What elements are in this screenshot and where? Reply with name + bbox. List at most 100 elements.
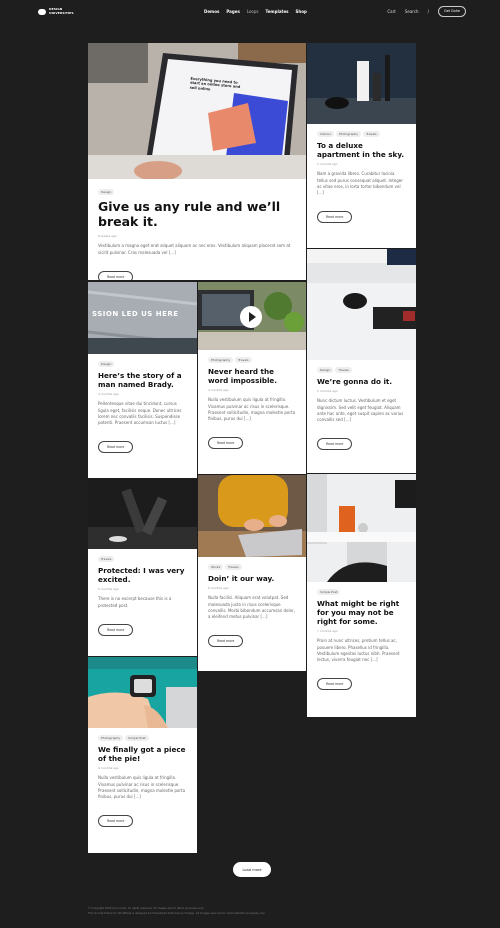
post-tags: Works Travels [208,564,296,571]
nav-templates[interactable]: Templates [266,9,289,14]
post-card[interactable]: Photography Simple Post We finally got a… [88,657,197,853]
post-tag[interactable]: Interior [317,131,334,138]
post-date: 5 months ago [98,587,119,592]
post-tags: Design [98,361,187,368]
post-tag[interactable]: Travels [235,357,252,364]
read-more-button[interactable]: Read more [317,211,353,224]
post-excerpt: There is no excerpt because this is a pr… [98,596,172,608]
load-more-button[interactable]: Load more [233,862,271,877]
nav-demos[interactable]: Demos [204,9,219,14]
laptop-illustration [88,43,306,179]
read-more-button[interactable]: Read more [317,678,353,691]
office-illustration [307,474,416,582]
post-title[interactable]: What might be right for you may not be r… [317,599,406,626]
post-excerpt: Proin at nunc ultrices, pretium tellus a… [317,638,400,662]
sign-illustration [88,282,197,354]
search-link[interactable]: Search [405,9,419,14]
post-tags: Photography Travels [208,357,296,364]
post-card[interactable]: Interior Photography Travels To a deluxe… [307,43,416,248]
play-icon[interactable] [240,306,262,328]
post-excerpt: Nunc dictum luctus. Vestibulum et eget d… [317,398,404,422]
post-title[interactable]: To a deluxe apartment in the sky. [317,141,406,159]
nav-loops[interactable]: Loops [247,9,259,14]
post-title[interactable]: We finally got a piece of the pie! [98,745,187,763]
post-image-laptop[interactable]: Everything you need to start an online s… [88,43,306,179]
nav-divider: / [427,8,429,14]
post-image-office[interactable] [307,474,416,582]
wine-bottles-illustration [307,43,416,124]
read-more-button[interactable]: Read more [208,635,244,648]
main-nav: Demos Pages Loops Templates Shop [204,9,307,14]
post-title[interactable]: Protected: I was very excited. [98,566,187,584]
post-title[interactable]: Never heard the word impossible. [208,367,296,385]
post-image-typing[interactable] [198,475,306,557]
post-image-video[interactable] [198,282,306,350]
post-title[interactable]: Doin’ it our way. [208,574,296,583]
post-date: 5 months ago [317,389,338,394]
post-tags: Interior Photography Travels [317,131,406,138]
post-excerpt: Nulla vestibulum quis ligula at fringill… [208,397,296,421]
post-date: 8 weeks ago [98,234,117,239]
post-excerpt: Nulla vestibulum quis ligula at fringill… [98,775,186,799]
desk-illustration [307,249,416,360]
post-tags: Design [98,189,296,196]
post-card[interactable]: SSION LED US HERE Design Here’s the stor… [88,282,197,478]
post-card[interactable]: Works Travels Doin’ it our way. 6 months… [198,475,306,671]
read-more-button[interactable]: Read more [317,438,353,451]
post-tag[interactable]: Design [317,367,334,374]
post-tag[interactable]: Works [208,564,224,571]
post-image-watch[interactable] [88,657,197,728]
post-title[interactable]: Here’s the story of a man named Brady. [98,371,187,389]
post-tag[interactable]: Design [98,361,115,368]
post-image-runner[interactable] [88,479,197,549]
logo-icon [38,8,46,15]
logo-text-line2: UNIVERSITIES [49,10,74,15]
runner-illustration [88,479,197,549]
get-theme-button[interactable]: Get Gohe [437,6,466,17]
post-tag[interactable]: Photography [208,357,234,364]
header-actions: Cart Search / Get Gohe [387,6,466,17]
cart-link[interactable]: Cart [387,9,395,14]
post-tag[interactable]: Design [98,189,115,196]
post-image-desk[interactable] [307,249,416,360]
post-title[interactable]: Give us any rule and we’ll break it. [98,199,296,229]
read-more-button[interactable]: Read more [98,815,134,828]
post-card[interactable]: Design Travels We’re gonna do it. 5 mont… [307,249,416,473]
post-tag[interactable]: Travels [225,564,242,571]
post-date: 4 months ago [208,388,229,393]
post-card[interactable]: Simple Post What might be right for you … [307,474,416,717]
post-excerpt: Nam a gravida libero. Curabitur lacinia … [317,171,403,195]
post-tag[interactable]: Travels [335,367,352,374]
read-more-button[interactable]: Read more [208,437,244,450]
footer-credits: The Uncode theme for WordPress is design… [88,911,266,915]
read-more-button[interactable]: Read more [98,441,134,454]
post-excerpt: Nulla facilisi. Aliquam erat volutpat. S… [208,595,295,619]
site-header: DESIGN UNIVERSITIES Demos Pages Loops Te… [0,0,500,26]
post-tags: Design Travels [317,367,406,374]
post-date: 2 months ago [317,162,338,167]
post-tag[interactable]: Simple Post [317,589,341,596]
post-card[interactable]: Photography Travels Never heard the word… [198,282,306,474]
site-logo[interactable]: DESIGN UNIVERSITIES [38,7,74,15]
nav-shop[interactable]: Shop [296,9,307,14]
post-card-featured[interactable]: Everything you need to start an online s… [88,43,306,280]
post-date: 7 months ago [317,629,338,634]
post-excerpt: Pellentesque vitae dui tincidunt, cursus… [98,401,182,425]
post-tags: Photography Simple Post [98,735,187,742]
nav-pages[interactable]: Pages [226,9,239,14]
post-card[interactable]: Travels Protected: I was very excited. 5… [88,479,197,656]
smartwatch-illustration [88,657,197,728]
post-image-apartment[interactable] [307,43,416,124]
post-tag[interactable]: Simple Post [125,735,149,742]
post-title[interactable]: We’re gonna do it. [317,377,406,386]
post-tag[interactable]: Travels [98,556,115,563]
read-more-button[interactable]: Read more [98,270,134,280]
post-tag[interactable]: Photography [335,131,362,138]
post-date: 4 months ago [98,392,119,397]
post-tags: Simple Post [317,589,406,596]
read-more-button[interactable]: Read more [98,623,134,636]
post-image-sign[interactable]: SSION LED US HERE [88,282,197,354]
site-footer: © Copyright 2024 by Uncode. All rights r… [88,907,418,916]
post-tag[interactable]: Photography [98,735,124,742]
post-tag[interactable]: Travels [363,131,380,138]
